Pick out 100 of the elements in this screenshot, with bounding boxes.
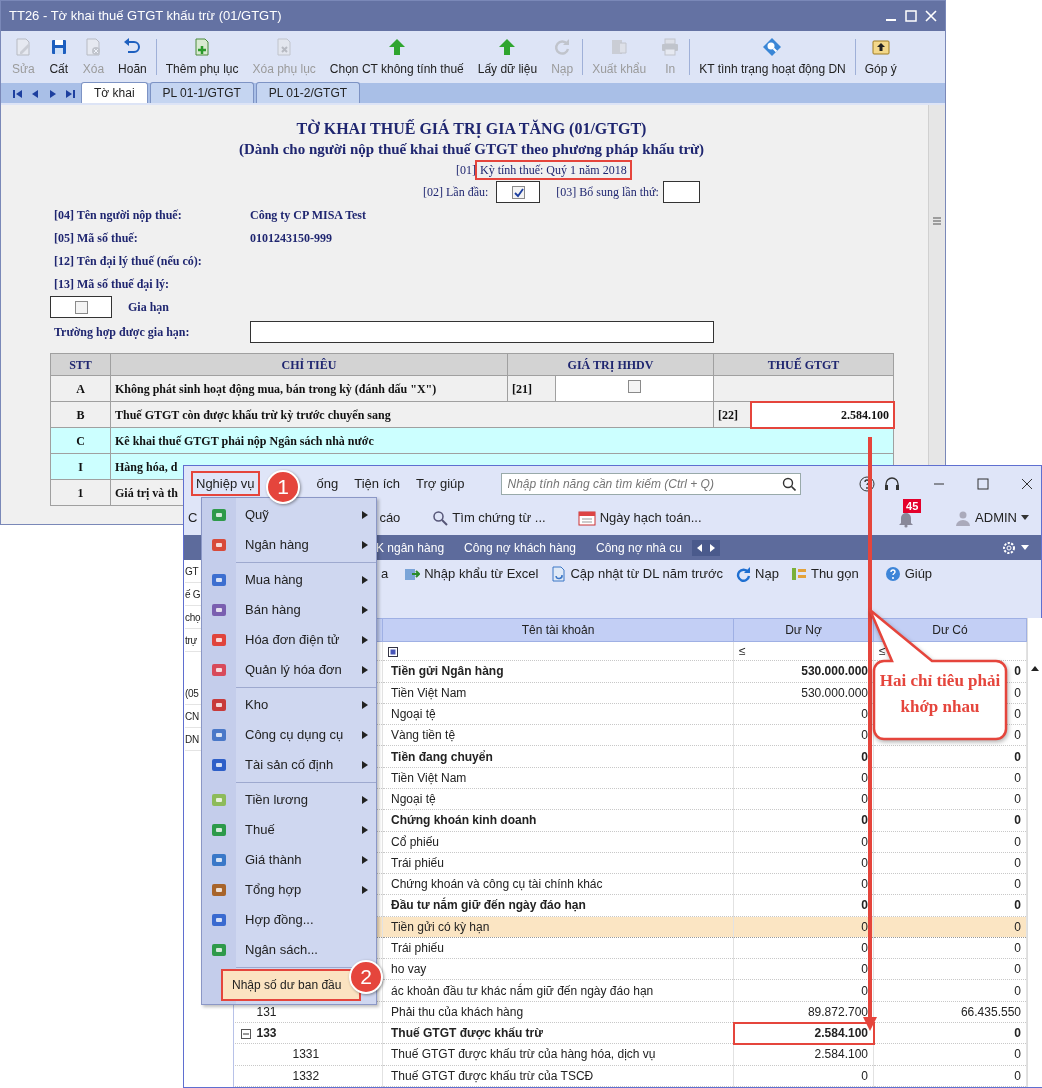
tab[interactable]: Công nợ nhà cu (586, 535, 692, 560)
table-cell: 0 (733, 745, 874, 768)
submenu-arrow-icon (362, 701, 368, 709)
close-icon[interactable] (1021, 477, 1033, 490)
table-cell: 0 (873, 852, 1027, 874)
table-cell: 0 (733, 979, 874, 1002)
toolbar-button[interactable]: Cất (41, 33, 76, 81)
table-cell: 0 (733, 831, 874, 853)
input-field[interactable] (250, 321, 714, 343)
table-cell: 2.584.100 (733, 1022, 874, 1044)
menu-item[interactable]: Tiền lương (202, 785, 376, 815)
filter-operator[interactable]: ≤ (879, 644, 886, 659)
field-label: [12] Tên đại lý thuế (nếu có): (53, 252, 203, 270)
toolbar-button[interactable]: Giúp (878, 562, 939, 586)
table-cell: Chứng khoán kinh doanh (382, 809, 734, 831)
search-icon[interactable] (781, 476, 796, 491)
table-cell: 0 (733, 788, 874, 810)
menu-item[interactable]: Mua hàng (202, 565, 376, 595)
submenu-arrow-icon (362, 541, 368, 549)
toolbar-button[interactable]: KT tình trạng hoạt động DN (692, 33, 853, 81)
column-header: CHỈ TIÊU (110, 353, 508, 376)
checkbox[interactable] (74, 300, 88, 314)
toolbar-button[interactable]: Tìm chứng từ ... (424, 506, 554, 530)
field-label: [05] Mã số thuế: (53, 229, 139, 247)
menu-item[interactable]: Tổng hợp (202, 875, 376, 905)
toolbar-button[interactable]: Góp ý (857, 33, 904, 81)
tax-period: Kỳ tính thuế: Quý 1 năm 2018 (476, 161, 631, 179)
collapse-toggle-icon[interactable] (240, 1029, 251, 1039)
toolbar-button[interactable]: Thu gọn (784, 562, 865, 586)
menu-item-icon (211, 662, 227, 678)
table-cell: Tiền Việt Nam (382, 682, 734, 704)
column-header: STT (50, 353, 111, 376)
menu-item-icon (211, 632, 227, 648)
tab[interactable]: PL 01-1/GTGT (149, 82, 254, 103)
menu-item[interactable]: Nhập số dư ban đầu (222, 970, 360, 1000)
menu-item[interactable]: Hóa đơn điện tử (202, 625, 376, 655)
table-cell: Ngoại tệ (382, 703, 734, 725)
menu-item[interactable]: Thuế (202, 815, 376, 845)
submenu-arrow-icon (362, 796, 368, 804)
settings-icon (1001, 539, 1017, 556)
table-cell: Kê khai thuế GTGT phải nộp Ngân sách nhà nước (110, 427, 894, 454)
menu-item[interactable]: Quản lý hóa đơn (202, 655, 376, 685)
toolbar-button[interactable]: Ngày hạch toán... (569, 506, 710, 530)
maximize-icon[interactable] (977, 477, 989, 490)
toolbar-button[interactable]: Hoãn (111, 33, 154, 81)
toolbar-button[interactable]: Chọn CT không tính thuế (322, 33, 471, 81)
field-value: 0101243150-999 (250, 229, 332, 247)
submenu-arrow-icon (362, 731, 368, 739)
last-page-icon[interactable] (65, 88, 77, 100)
toolbar-button[interactable]: Thêm phụ lục (158, 33, 246, 81)
toolbar-button[interactable]: C (188, 506, 198, 530)
table-cell: Cổ phiếu (382, 831, 734, 853)
toolbar-button[interactable]: Cập nhật từ DL năm trước (544, 562, 730, 586)
toolbar-button[interactable]: a (381, 562, 399, 586)
menu-item[interactable]: Giá thành (202, 845, 376, 875)
menu-item[interactable]: Tài sản cố định (202, 750, 376, 780)
printer-icon (660, 36, 681, 57)
tab[interactable]: Công nợ khách hàng (454, 535, 586, 560)
table-cell: 0 (733, 958, 874, 980)
table-cell: 1 (50, 479, 111, 506)
field-label: [03] Bổ sung lần thứ: (556, 184, 659, 201)
checkbox[interactable] (511, 185, 525, 199)
column-header: THUẾ GTGT (713, 353, 894, 376)
search-icon (432, 510, 449, 526)
user-menu[interactable]: ADMIN (947, 506, 1037, 530)
table-cell: 0 (873, 873, 1027, 895)
submenu-arrow-icon (362, 606, 368, 614)
table-cell: 0 (733, 937, 874, 959)
table-cell: 0 (873, 745, 1027, 768)
menu-item[interactable]: Hợp đồng... (202, 905, 376, 935)
toolbar-button[interactable]: Lấy dữ liệu (470, 33, 545, 81)
menu-item-icon (211, 697, 227, 713)
menu-item-icon (211, 727, 227, 743)
table-cell: Ngoại tệ (382, 788, 734, 810)
toolbar-button[interactable]: Nhập khẩu từ Excel (398, 562, 545, 586)
toolbar-button[interactable]: Nạp (729, 562, 785, 586)
tab[interactable]: Tờ khai (81, 82, 148, 103)
table-cell: 0 (733, 894, 874, 917)
filter-operator[interactable]: ≤ (739, 644, 746, 659)
first-page-icon[interactable] (11, 88, 23, 100)
search-field[interactable]: Nhập tính năng cần tìm kiếm (Ctrl + Q) (500, 472, 801, 495)
menu-item-icon (211, 757, 227, 773)
input-field[interactable] (662, 181, 700, 203)
submenu-arrow-icon (362, 761, 368, 769)
field-label: Trường hợp được gia hạn: (53, 324, 191, 341)
tab[interactable]: PL 01-2/GTGT (255, 82, 361, 103)
menu-item[interactable]: Công cụ dụng cụ (202, 720, 376, 750)
headset-icon[interactable] (883, 475, 901, 492)
table-cell: 0 (873, 894, 1027, 917)
field-label: [13] Mã số thuế đại lý: (53, 275, 170, 293)
table-cell: C (50, 427, 111, 454)
menu-item[interactable]: Bán hàng (202, 595, 376, 625)
menu-item[interactable]: Kho (202, 690, 376, 720)
menu-item-icon (211, 572, 227, 588)
checkbox[interactable] (628, 379, 641, 393)
table-cell: 0 (733, 873, 874, 895)
help-icon[interactable] (859, 475, 875, 492)
filter-icon[interactable] (388, 646, 398, 657)
table-cell: Trái phiếu (382, 937, 734, 959)
notification-count: 45 (903, 499, 922, 514)
